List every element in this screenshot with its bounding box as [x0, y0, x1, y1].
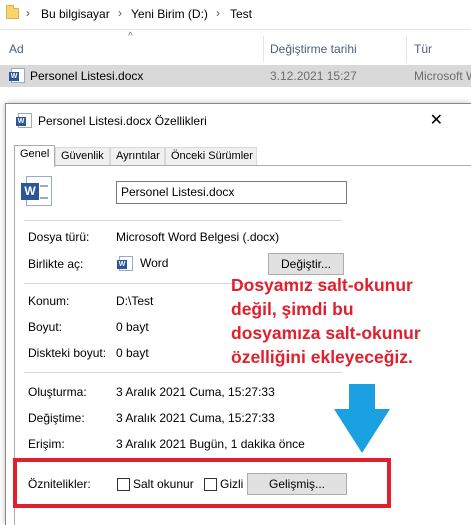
- created-label: Oluşturma:: [28, 385, 87, 399]
- divider: [24, 220, 342, 221]
- down-arrow-head-icon: [334, 409, 390, 453]
- file-type-label: Dosya türü:: [28, 230, 90, 244]
- dialog-title: Personel Listesi.docx Özellikleri: [38, 114, 207, 128]
- opens-with-label: Birlikte aç:: [28, 257, 84, 271]
- word-document-icon: W: [16, 113, 32, 128]
- highlight-box: [13, 458, 391, 508]
- divider: [24, 372, 342, 373]
- breadcrumb-chevron-icon[interactable]: ›: [26, 6, 30, 20]
- tab-previous-versions[interactable]: Önceki Sürümler: [165, 147, 257, 166]
- created-value: 3 Aralık 2021 Cuma, 15:27:33: [116, 385, 275, 399]
- size-label: Boyut:: [28, 320, 63, 334]
- column-divider[interactable]: [263, 36, 264, 62]
- breadcrumb-this-pc[interactable]: Bu bilgisayar: [41, 7, 110, 21]
- size-value: 0 bayt: [116, 320, 149, 334]
- annotation-line: Dosyamız salt-okunur: [231, 275, 413, 295]
- breadcrumb-folder[interactable]: Test: [230, 7, 252, 21]
- column-divider[interactable]: [406, 36, 407, 62]
- down-arrow-icon: [349, 384, 375, 410]
- size-on-disk-value: 0 bayt: [116, 346, 149, 360]
- column-headers: ^ Ad Değiştirme tarihi Tür: [0, 30, 471, 64]
- accessed-label: Erişim:: [28, 437, 65, 451]
- breadcrumb-chevron-icon[interactable]: ›: [216, 6, 220, 20]
- address-bar[interactable]: › Bu bilgisayar › Yeni Birim (D:) › Test: [0, 0, 471, 30]
- tab-general[interactable]: Genel: [14, 145, 55, 167]
- modified-label: Değiştime:: [28, 411, 85, 425]
- breadcrumb-drive[interactable]: Yeni Birim (D:): [131, 7, 208, 21]
- annotation-text: Dosyamız salt-okunur değil, şimdi bu dos…: [231, 273, 466, 369]
- folder-icon: [6, 5, 19, 19]
- screenshot-root: › Bu bilgisayar › Yeni Birim (D:) › Test…: [0, 0, 471, 525]
- tab-security[interactable]: Güvenlik: [55, 147, 110, 166]
- modified-value: 3 Aralık 2021 Cuma, 15:27:33: [116, 411, 275, 425]
- annotation-line: değil, şimdi bu: [231, 299, 354, 319]
- column-header-name[interactable]: Ad: [9, 42, 24, 56]
- size-on-disk-label: Diskteki boyut:: [28, 346, 107, 360]
- dialog-titlebar[interactable]: W Personel Listesi.docx Özellikleri ✕: [6, 104, 471, 135]
- word-document-large-icon: W: [21, 176, 52, 206]
- breadcrumb-chevron-icon[interactable]: ›: [118, 6, 122, 20]
- location-value: D:\Test: [116, 294, 154, 308]
- close-icon[interactable]: ✕: [430, 110, 443, 130]
- file-name: Personel Listesi.docx: [30, 69, 144, 83]
- accessed-value: 3 Aralık 2021 Bugün, 1 dakika önce: [116, 437, 305, 451]
- sort-ascending-icon: ^: [128, 31, 133, 42]
- location-label: Konum:: [28, 294, 70, 308]
- word-document-icon: W: [9, 68, 25, 83]
- word-app-icon: W: [117, 256, 133, 271]
- annotation-line: özelliğini ekleyeceğiz.: [231, 347, 413, 367]
- file-row[interactable]: W Personel Listesi.docx 3.12.2021 15:27 …: [0, 65, 471, 87]
- file-name-field[interactable]: Personel Listesi.docx: [116, 181, 347, 204]
- tab-details[interactable]: Ayrıntılar: [110, 147, 165, 166]
- file-date: 3.12.2021 15:27: [270, 69, 357, 83]
- file-type: Microsoft W: [414, 69, 471, 83]
- column-header-date[interactable]: Değiştirme tarihi: [270, 42, 357, 56]
- opens-with-value: Word: [140, 256, 169, 270]
- file-type-value: Microsoft Word Belgesi (.docx): [116, 230, 280, 244]
- change-button[interactable]: Değiştir...: [268, 253, 344, 275]
- annotation-line: dosyamıza salt-okunur: [231, 323, 421, 343]
- column-header-type[interactable]: Tür: [414, 42, 432, 56]
